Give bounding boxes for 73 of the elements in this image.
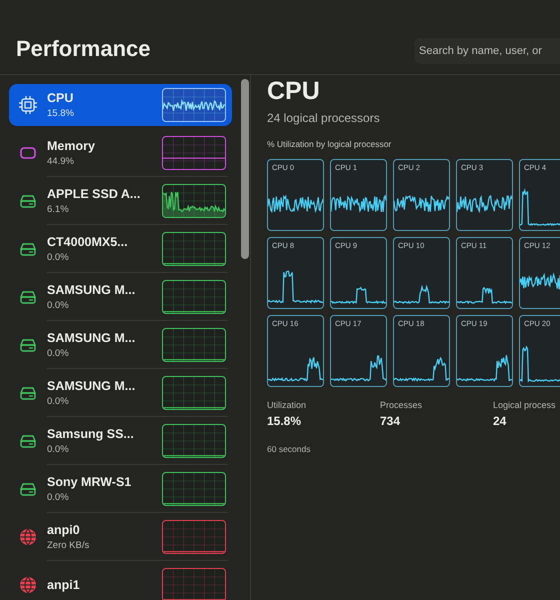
usage-graph [162,568,226,600]
utilization-line [268,270,323,304]
utilization-line [268,194,323,214]
item-name: Sony MRW-S1 [47,475,132,489]
globe-icon [18,575,38,595]
item-value: 15.8% [47,108,75,119]
utilization-line [331,194,386,213]
sidebar-item[interactable]: CT4000MX5... 0.0% [9,228,232,270]
item-name: APPLE SSD A... [47,187,142,201]
sidebar-item[interactable]: anpi1 [9,564,232,600]
item-name: SAMSUNG M... [47,331,136,345]
stat-value: 734 [380,414,402,428]
item-name: CT4000MX5... [47,235,129,249]
usage-graph [162,184,226,218]
usage-graph [162,136,226,170]
time-span-label: 60 seconds [267,444,312,454]
item-name: SAMSUNG M... [47,283,136,297]
utilization-line [520,272,560,290]
sidebar-item[interactable]: SAMSUNG M... 0.0% [9,276,232,318]
stat-label: Logical process [493,400,556,410]
item-value: 0.0% [47,348,70,359]
usage-graph [162,328,226,362]
detail-subtitle: 24 logical processors [267,111,381,125]
usage-graph [162,520,226,554]
sidebar-item[interactable]: anpi0 Zero KB/s [9,516,232,558]
utilization-line [520,188,560,226]
sidebar-item[interactable]: Samsung SS... 0.0% [9,420,232,462]
item-value: Zero KB/s [47,540,90,551]
utilization-line [520,345,560,383]
utilization-line [457,354,512,382]
page-title: Performance [16,36,151,62]
sidebar-item[interactable]: APPLE SSD A... 6.1% [9,180,232,222]
sidebar-item[interactable]: Memory 44.9% [9,132,232,174]
item-value: 0.0% [47,444,70,455]
usage-graph [162,376,226,410]
utilization-line [331,286,386,304]
utilization-line [457,194,512,214]
item-name: SAMSUNG M... [47,379,136,393]
item-name: anpi1 [47,578,81,592]
sidebar-item[interactable]: Sony MRW-S1 0.0% [9,468,232,510]
stat-label: Utilization [267,400,308,410]
search-field[interactable]: Search by name, user, or [414,38,560,64]
globe-icon [18,527,38,547]
utilization-line [394,194,449,212]
usage-graph [162,424,226,458]
usage-graph [162,232,226,266]
sidebar-item[interactable]: CPU 15.8% [9,84,232,126]
item-name: Memory [47,139,96,153]
chart-caption: % Utilization by logical processor [267,139,392,149]
stat-value: 15.8% [267,414,302,428]
item-value: 6.1% [47,204,70,215]
item-value: 0.0% [47,300,70,311]
item-value: 44.9% [47,156,75,167]
usage-graph [162,280,226,314]
stat-label: Processes [380,400,424,410]
item-value: 0.0% [47,492,70,503]
stat-value: 24 [493,414,508,428]
utilization-line [331,355,386,382]
sidebar-item[interactable]: SAMSUNG M... 0.0% [9,372,232,414]
item-name: CPU [47,91,74,105]
item-name: Samsung SS... [47,427,135,441]
chip-icon [18,95,38,115]
sidebar-item[interactable]: SAMSUNG M... 0.0% [9,324,232,366]
utilization-line [457,286,512,304]
utilization-line [268,356,323,382]
item-value: 0.0% [47,396,70,407]
utilization-line [394,356,449,382]
usage-graph [162,472,226,506]
item-value: 0.0% [47,252,70,263]
detail-title: CPU [267,77,321,106]
utilization-line [394,284,449,304]
usage-graph [162,88,226,122]
item-name: anpi0 [47,523,81,537]
